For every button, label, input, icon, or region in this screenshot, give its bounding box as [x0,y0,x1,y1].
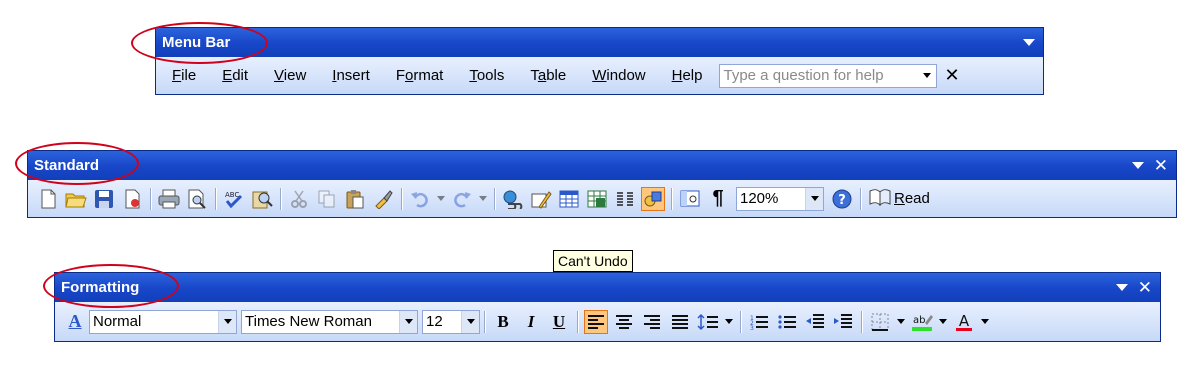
formatting-titlebar[interactable]: Formatting ✕ [55,273,1160,302]
style-value[interactable]: Normal [90,313,218,330]
zoom-combo[interactable]: 120% [736,186,824,211]
print-icon[interactable] [157,187,181,211]
insert-excel-icon[interactable] [585,187,609,211]
increase-indent-icon[interactable] [831,310,855,334]
svg-text:ab: ab [913,315,925,326]
numbering-icon[interactable]: 123 [747,310,771,334]
ask-dropdown-button[interactable] [919,65,936,87]
line-spacing-icon[interactable] [696,310,720,334]
toolbar-options-icon[interactable] [1131,162,1144,169]
underline-button[interactable]: U [547,310,571,334]
font-combo[interactable]: Times New Roman [241,309,418,334]
redo-dropdown-icon[interactable] [478,187,488,211]
format-painter-icon[interactable] [371,187,395,211]
close-document-button[interactable]: ✕ [945,65,960,86]
menu-item-tools[interactable]: Tools [455,67,516,84]
standard-titlebar[interactable]: Standard ✕ [28,151,1176,180]
paste-icon[interactable] [343,187,367,211]
toolbar-options-icon[interactable] [1115,284,1128,291]
new-document-icon[interactable] [36,187,60,211]
menu-bar-toolbar: Menu Bar File Edit View Insert Format Tools Ta… [155,27,1044,95]
insert-table-icon[interactable] [557,187,581,211]
style-dropdown-button[interactable] [218,310,236,333]
spelling-grammar-icon[interactable]: ABC [222,187,246,211]
permission-icon[interactable] [120,187,144,211]
italic-button[interactable]: I [519,310,543,334]
document-map-icon[interactable] [678,187,702,211]
style-combo[interactable]: Normal [89,309,237,334]
highlight-dropdown-icon[interactable] [938,310,948,334]
read-label: Read [894,190,930,207]
pilcrow-glyph: ¶ [712,187,724,209]
tables-borders-icon[interactable] [529,187,553,211]
show-hide-icon[interactable]: ¶ [706,187,730,211]
menu-item-format[interactable]: Format [382,67,456,84]
font-size-dropdown-button[interactable] [461,310,479,333]
zoom-dropdown-button[interactable] [805,187,823,210]
ask-question-input[interactable]: Type a question for help [720,67,919,84]
menu-item-file[interactable]: File [158,67,208,84]
undo-icon[interactable] [408,187,432,211]
close-toolbar-icon[interactable]: ✕ [1138,279,1152,296]
bold-button[interactable]: B [491,310,515,334]
svg-text:3: 3 [750,325,754,331]
menu-bar-body: File Edit View Insert Format Tools Table Window… [156,57,1043,94]
formatting-body: A Normal Times New Roman 12 B I U 123 ab… [55,302,1160,341]
font-dropdown-button[interactable] [399,310,417,333]
svg-text:?: ? [838,193,846,208]
menu-bar-annotation-ellipse [131,22,268,64]
menu-item-window[interactable]: Window [578,67,657,84]
standard-toolbar: Standard ✕ ABC ¶ 120% ? Read [27,150,1177,218]
book-icon [869,188,891,210]
copy-icon[interactable] [315,187,339,211]
svg-text:A: A [959,312,970,330]
align-left-icon[interactable] [584,309,608,334]
font-color-dropdown-icon[interactable] [980,310,990,334]
bullets-icon[interactable] [775,310,799,334]
menu-item-help[interactable]: Help [658,67,715,84]
close-toolbar-icon[interactable]: ✕ [1154,157,1168,174]
borders-icon[interactable] [868,310,892,334]
cant-undo-tooltip: Can't Undo [553,250,633,272]
save-icon[interactable] [92,187,116,211]
cut-icon[interactable] [287,187,311,211]
align-right-icon[interactable] [640,310,664,334]
research-icon[interactable] [250,187,274,211]
columns-icon[interactable] [613,187,637,211]
formatting-toolbar: Formatting ✕ A Normal Times New Roman 12… [54,272,1161,342]
redo-icon[interactable] [450,187,474,211]
insert-hyperlink-icon[interactable] [501,187,525,211]
decrease-indent-icon[interactable] [803,310,827,334]
zoom-value[interactable]: 120% [737,190,805,207]
standard-body: ABC ¶ 120% ? Read [28,180,1176,217]
ask-question-box[interactable]: Type a question for help [718,63,937,88]
drawing-icon[interactable] [641,186,665,211]
borders-dropdown-icon[interactable] [896,310,906,334]
formatting-annotation-ellipse [43,264,179,308]
highlight-icon[interactable]: ab [910,310,934,334]
line-spacing-dropdown-icon[interactable] [724,310,734,334]
toolbar-options-icon[interactable] [1023,39,1035,46]
print-preview-icon[interactable] [185,187,209,211]
justify-icon[interactable] [668,310,692,334]
font-color-icon[interactable]: A [952,310,976,334]
menu-bar-titlebar[interactable]: Menu Bar [156,28,1043,57]
undo-dropdown-icon[interactable] [436,187,446,211]
read-button[interactable]: Read [869,188,930,210]
styles-formatting-icon[interactable]: A [63,310,87,334]
standard-annotation-ellipse [15,142,139,185]
font-size-combo[interactable]: 12 [422,309,480,334]
open-folder-icon[interactable] [64,187,88,211]
align-center-icon[interactable] [612,310,636,334]
font-value[interactable]: Times New Roman [242,313,399,330]
font-size-value[interactable]: 12 [423,313,461,330]
menu-item-view[interactable]: View [260,67,318,84]
help-icon[interactable]: ? [830,187,854,211]
menu-item-edit[interactable]: Edit [208,67,260,84]
menu-item-insert[interactable]: Insert [318,67,382,84]
menu-item-table[interactable]: Table [516,67,578,84]
